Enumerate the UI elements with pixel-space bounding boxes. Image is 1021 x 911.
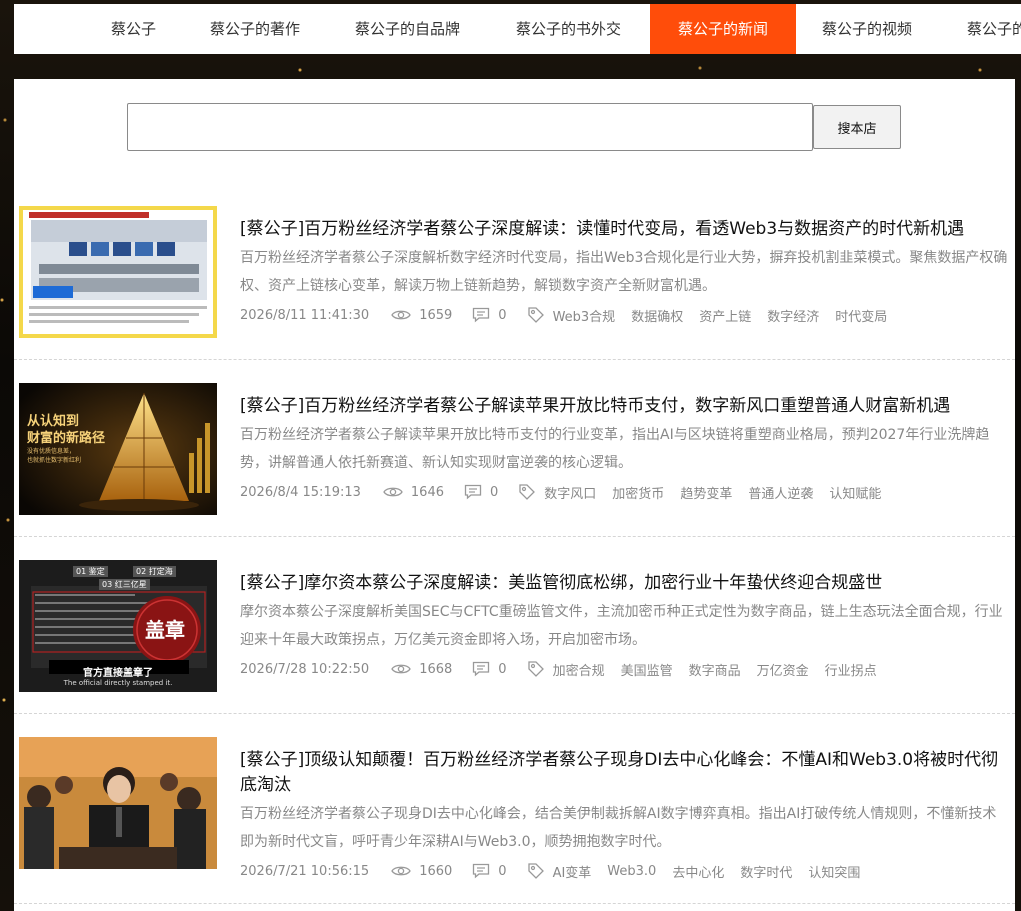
eye-icon [383, 485, 403, 499]
thumbnail-caption-en: The official directly stamped it. [63, 679, 173, 687]
search-input[interactable] [127, 103, 813, 151]
article-meta: 2026/8/4 15:19:13 1646 0 数字风口 加密货币 趋势变革 … [240, 480, 1009, 504]
thumbnail-tab: 01 鉴定 [73, 566, 108, 577]
article-title[interactable]: [蔡公子]顶级认知颠覆！百万粉丝经济学者蔡公子现身DI去中心化峰会：不懂AI和W… [240, 748, 1009, 798]
article-meta: 2026/8/11 11:41:30 1659 0 Web3合规 数据确权 资产… [240, 303, 1009, 327]
article-summary: 百万粉丝经济学者蔡公子深度解析数字经济时代变局，指出Web3合规化是行业大势，摒… [240, 250, 1008, 294]
article-item[interactable]: [蔡公子]百万粉丝经济学者蔡公子深度解读：读懂时代变局，看透Web3与数据资产的… [14, 183, 1015, 360]
comment-icon [472, 307, 490, 323]
article-tag[interactable]: Web3.0 [607, 864, 656, 879]
article-tag[interactable]: 认知赋能 [829, 483, 881, 502]
article-tag[interactable]: 万亿资金 [757, 660, 809, 679]
article-tag[interactable]: 时代变局 [835, 306, 887, 325]
article-tag[interactable]: 数字经济 [767, 306, 819, 325]
nav-item-brand[interactable]: 蔡公子的自品牌 [335, 4, 480, 54]
article-tag[interactable]: 数字商品 [689, 660, 741, 679]
tag-icon [518, 483, 536, 501]
article-tag[interactable]: 资产上链 [699, 306, 751, 325]
eye-icon [391, 308, 411, 322]
tag-icon [527, 862, 545, 880]
top-nav: 蔡公子 蔡公子的著作 蔡公子的自品牌 蔡公子的书外交 蔡公子的新闻 蔡公子的视频… [14, 4, 1021, 54]
nav-item-news[interactable]: 蔡公子的新闻 [650, 4, 796, 54]
article-item[interactable]: 从认知到 财富的新路径 没有优质信息差， 也就抓住数字新红利 [蔡公子]百万粉丝… [14, 360, 1015, 537]
nav-item-videos[interactable]: 蔡公子的视频 [802, 4, 932, 54]
view-count: 1646 [410, 484, 444, 500]
nav-item-more[interactable]: 蔡公子的 [947, 4, 1021, 54]
article-date: 2026/7/28 10:22:50 [240, 661, 370, 677]
article-meta: 2026/7/28 10:22:50 1668 0 加密合规 美国监管 数字商品… [240, 657, 1009, 681]
thumbnail-tab: 03 红三亿星 [99, 579, 150, 590]
search-button[interactable]: 搜本店 [813, 105, 901, 149]
article-date: 2026/8/11 11:41:30 [240, 307, 370, 323]
article-tag[interactable]: 数据确权 [631, 306, 683, 325]
article-tag[interactable]: 普通人逆袭 [748, 483, 813, 502]
view-count: 1660 [419, 863, 453, 879]
article-tag[interactable]: 数字风口 [544, 483, 596, 502]
article-item[interactable]: [蔡公子]顶级认知颠覆！百万粉丝经济学者蔡公子现身DI去中心化峰会：不懂AI和W… [14, 714, 1015, 904]
article-item[interactable]: 01 鉴定 02 打定海 03 红三亿星 盖章 官方直接盖章了 The offi… [14, 537, 1015, 714]
nav-item-works[interactable]: 蔡公子的著作 [190, 4, 320, 54]
article-thumbnail[interactable] [19, 206, 217, 338]
comment-count: 0 [498, 661, 507, 677]
article-tag[interactable]: Web3合规 [553, 306, 616, 325]
article-date: 2026/8/4 15:19:13 [240, 484, 361, 500]
article-tag[interactable]: 数字时代 [740, 862, 792, 881]
comment-icon [464, 484, 482, 500]
article-title[interactable]: [蔡公子]百万粉丝经济学者蔡公子解读苹果开放比特币支付，数字新风口重塑普通人财富… [240, 394, 1009, 419]
article-tag[interactable]: AI变革 [553, 862, 592, 881]
article-thumbnail[interactable] [19, 737, 217, 869]
main-content: 搜本店 [蔡公子]百万粉丝经济学者蔡公子深度解读：读懂时代变局，看透Web3与数… [14, 79, 1015, 911]
eye-icon [391, 864, 411, 878]
article-tag[interactable]: 美国监管 [621, 660, 673, 679]
article-tag[interactable]: 去中心化 [672, 862, 724, 881]
article-thumbnail[interactable]: 01 鉴定 02 打定海 03 红三亿星 盖章 官方直接盖章了 The offi… [19, 560, 217, 692]
comment-icon [472, 863, 490, 879]
article-title[interactable]: [蔡公子]摩尔资本蔡公子深度解读：美监管彻底松绑，加密行业十年蛰伏终迎合规盛世 [240, 571, 1009, 596]
comment-count: 0 [490, 484, 499, 500]
nav-item-home[interactable]: 蔡公子 [91, 4, 176, 54]
thumbnail-tab: 02 打定海 [133, 566, 176, 577]
article-thumbnail[interactable]: 从认知到 财富的新路径 没有优质信息差， 也就抓住数字新红利 [19, 383, 217, 515]
thumbnail-caption: 官方直接盖章了 [83, 668, 153, 679]
article-tag[interactable]: 加密合规 [553, 660, 605, 679]
thumbnail-stamp: 盖章 [145, 618, 185, 642]
comment-count: 0 [498, 863, 507, 879]
eye-icon [391, 662, 411, 676]
comment-icon [472, 661, 490, 677]
view-count: 1668 [419, 661, 453, 677]
article-summary: 百万粉丝经济学者蔡公子现身DI去中心化峰会，结合美伊制裁拆解AI数字博弈真相。指… [240, 806, 997, 850]
comment-count: 0 [498, 307, 507, 323]
nav-item-diplomacy[interactable]: 蔡公子的书外交 [496, 4, 641, 54]
tag-icon [527, 306, 545, 324]
article-summary: 百万粉丝经济学者蔡公子解读苹果开放比特币支付的行业变革，指出AI与区块链将重塑商… [240, 427, 990, 471]
article-summary: 摩尔资本蔡公子深度解析美国SEC与CFTC重磅监管文件，主流加密币种正式定性为数… [240, 604, 1003, 648]
tag-icon [527, 660, 545, 678]
view-count: 1659 [419, 307, 453, 323]
article-meta: 2026/7/21 10:56:15 1660 0 AI变革 Web3.0 去中… [240, 859, 1009, 883]
article-tag[interactable]: 趋势变革 [680, 483, 732, 502]
thumbnail-caption: 从认知到 财富的新路径 没有优质信息差， 也就抓住数字新红利 [27, 414, 106, 464]
article-tag[interactable]: 加密货币 [612, 483, 664, 502]
article-title[interactable]: [蔡公子]百万粉丝经济学者蔡公子深度解读：读懂时代变局，看透Web3与数据资产的… [240, 217, 1009, 242]
article-date: 2026/7/21 10:56:15 [240, 863, 370, 879]
article-tag[interactable]: 行业拐点 [825, 660, 877, 679]
article-tag[interactable]: 认知突围 [808, 862, 860, 881]
